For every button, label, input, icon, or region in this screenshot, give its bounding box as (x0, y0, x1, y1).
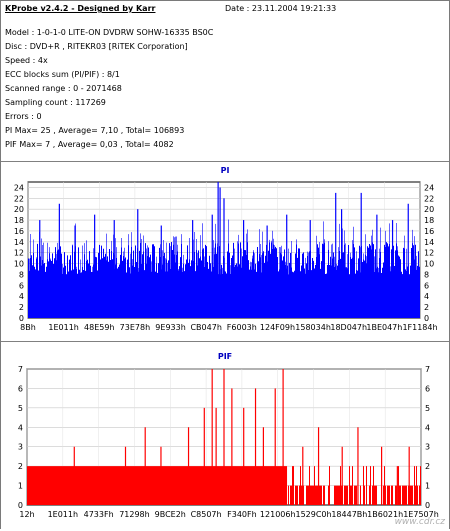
info-line-ecc: ECC blocks sum (PI/PIF) : 8/1 (5, 70, 120, 79)
info-line-disc: Disc : DVD+R , RITEKR03 [RiTEK Corporati… (5, 42, 188, 51)
pif-xtick-label: 1529C0h (295, 510, 331, 519)
pif-xtick-label: F340Fh (227, 510, 257, 519)
pi-ytick-right: 6 (424, 281, 429, 290)
pif-ytick-left: 7 (18, 365, 23, 374)
pif-xtick-label: 121006h (260, 510, 296, 519)
pif-xtick-label: 12h (19, 510, 34, 519)
info-line-sampling: Sampling count : 117269 (5, 98, 106, 107)
pif-chart-title: PIF (217, 352, 233, 361)
pif-block (27, 466, 288, 505)
pif-xtick-label: C8507h (191, 510, 222, 519)
pif-xtick-label: 4733Fh (84, 510, 114, 519)
info-line-range: Scanned range : 0 - 2071468 (5, 84, 122, 93)
pi-ytick-left: 6 (19, 281, 24, 290)
pi-ytick-right: 8 (424, 270, 429, 279)
app-title: KProbe v2.4.2 - Designed by Karr (5, 4, 156, 13)
pif-ytick-right: 3 (425, 443, 430, 452)
scan-date: Date : 23.11.2004 19:21:33 (225, 4, 337, 13)
pi-xtick-label: 1BE047h (366, 323, 402, 332)
pi-xtick-label: 1F1184h (402, 323, 437, 332)
pi-ytick-right: 12 (424, 249, 434, 258)
info-line-pif-stats: PIF Max= 7 , Average= 0,03 , Total= 4082 (5, 140, 174, 149)
pi-ytick-left: 2 (19, 303, 24, 312)
pi-chart-panel: PI 0 0 2 2 4 4 6 6 8 8 10 10 12 12 14 14 16 16 18 18 20 20 22 2… (1, 162, 449, 340)
pi-xtick-label: 73E78h (120, 323, 150, 332)
pi-ytick-right: 4 (424, 292, 429, 301)
pi-xtick-label: 124F09h (260, 323, 295, 332)
pi-xtick-label: 18D047h (330, 323, 367, 332)
pif-xtick-label: 9BCE2h (155, 510, 186, 519)
info-line-errors: Errors : 0 (5, 112, 42, 121)
pi-ytick-right: 24 (424, 183, 434, 192)
pi-ytick-right: 16 (424, 227, 434, 236)
pi-ytick-left: 18 (14, 216, 24, 225)
watermark: www.cdr.cz (394, 517, 445, 527)
pi-xtick-label: 1E011h (48, 323, 78, 332)
pi-ytick-right: 18 (424, 216, 434, 225)
kprobe-window: KProbe v2.4.2 - Designed by Karr Date : … (0, 0, 450, 529)
pif-ytick-right: 1 (425, 482, 430, 491)
pi-ytick-right: 14 (424, 238, 434, 247)
pi-ytick-right: 22 (424, 194, 434, 203)
pif-chart-panel: PIF 0 0 1 1 2 2 3 3 4 4 5 5 6 6 7 7 12h 1E011h 4733Fh 71298… (1, 341, 449, 529)
pif-ytick-left: 6 (18, 384, 23, 393)
pif-ytick-left: 4 (18, 423, 23, 432)
pi-ytick-left: 14 (14, 238, 24, 247)
pif-ytick-right: 4 (425, 423, 430, 432)
pi-ytick-left: 16 (14, 227, 24, 236)
info-line-pi-stats: PI Max= 25 , Average= 7,10 , Total= 1068… (5, 126, 185, 135)
pi-chart: 0 02 24 46 68 810 1012 1214 1416 1618 1820 2022 2224… (14, 181, 438, 332)
pif-ytick-right: 5 (425, 404, 430, 413)
pi-ytick-right: 10 (424, 260, 434, 269)
pi-ytick-right: 2 (424, 303, 429, 312)
pif-ytick-right: 6 (425, 384, 430, 393)
pif-ytick-right: 7 (425, 365, 430, 374)
info-panel: KProbe v2.4.2 - Designed by Karr Date : … (1, 1, 449, 162)
pi-xtick-label: 158034h (295, 323, 331, 332)
pi-ytick-left: 8 (19, 270, 24, 279)
pif-ytick-left: 0 (18, 501, 23, 510)
pi-ytick-left: 0 (19, 314, 24, 323)
pif-xtick-label: 71298h (119, 510, 150, 519)
pi-ytick-left: 12 (14, 249, 24, 258)
pi-xtick-label: 9E933h (155, 323, 185, 332)
pif-chart: 0 0 1 1 2 2 3 3 4 4 5 5 6 6 7 7 12h 1E011h 4733Fh 71298h 9BC… (18, 365, 439, 519)
pi-xtick-label: 48E59h (84, 323, 114, 332)
pif-xtick-label: 18447Bh (331, 510, 367, 519)
pi-chart-title: PI (220, 166, 230, 175)
pi-xtick-label: CB047h (190, 323, 221, 332)
pif-xtick-label: 1E011h (48, 510, 78, 519)
pi-ytick-left: 4 (19, 292, 24, 301)
pif-ytick-left: 1 (18, 482, 23, 491)
pif-ytick-left: 3 (18, 443, 23, 452)
pi-ytick-right: 0 (424, 314, 429, 323)
pi-xtick-label: 8Bh (20, 323, 36, 332)
pi-xtick-label: F6003h (227, 323, 257, 332)
info-line-model: Model : 1-0-1-0 LITE-ON DVDRW SOHW-16335… (5, 28, 214, 37)
pi-ytick-right: 20 (424, 205, 434, 214)
info-line-speed: Speed : 4x (5, 56, 48, 65)
pif-ytick-left: 5 (18, 404, 23, 413)
pif-ytick-right: 2 (425, 462, 430, 471)
pi-ytick-left: 22 (14, 194, 24, 203)
pi-ytick-left: 24 (14, 183, 24, 192)
pif-ytick-left: 2 (18, 462, 23, 471)
pi-ytick-left: 20 (14, 205, 24, 214)
pi-ytick-left: 10 (14, 260, 24, 269)
pif-ytick-right: 0 (425, 501, 430, 510)
